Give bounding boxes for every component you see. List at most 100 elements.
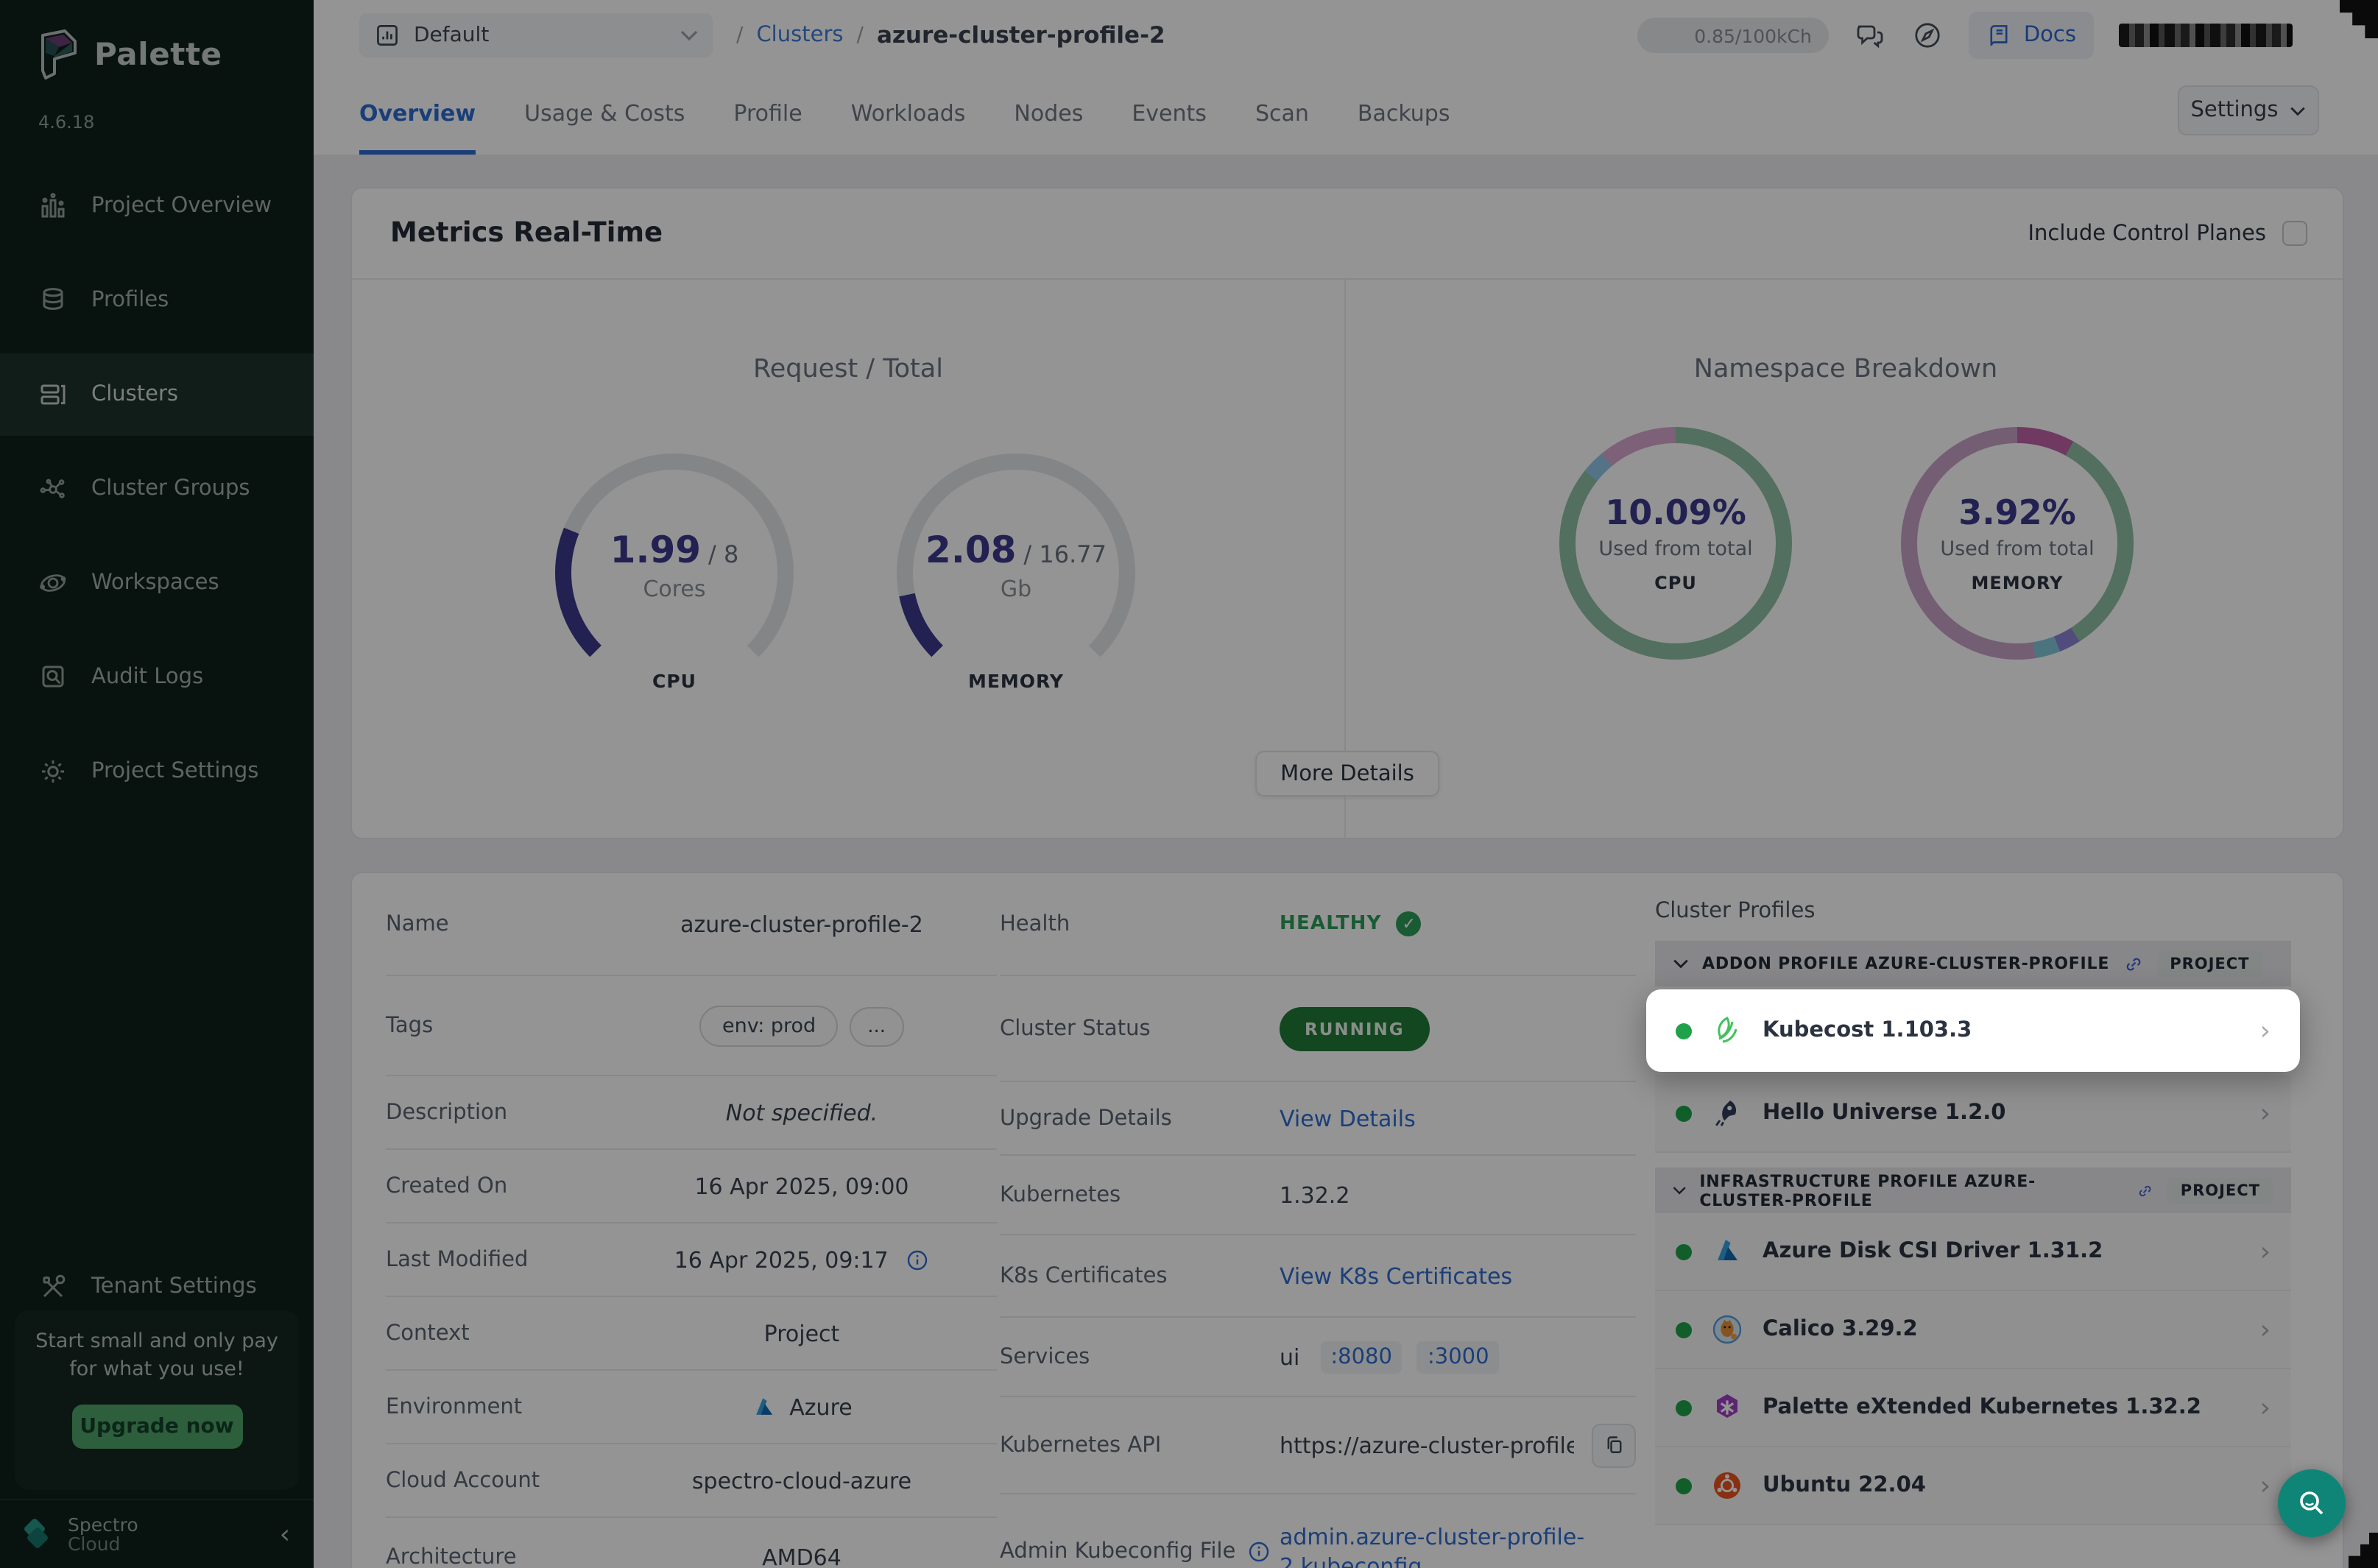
memory-gauge-value: 2.08	[925, 529, 1016, 571]
sidebar-item-workspaces[interactable]: Workspaces	[0, 542, 314, 624]
kubernetes-api-value: https://azure-cluster-profile...	[1280, 1432, 1574, 1458]
tab-overview[interactable]: Overview	[359, 71, 476, 155]
info-icon[interactable]	[906, 1248, 929, 1271]
service-port-link[interactable]: :8080	[1320, 1341, 1403, 1373]
chevron-right-icon: ›	[2260, 1236, 2271, 1267]
tags-more-button[interactable]: ...	[850, 1006, 903, 1046]
upgrade-now-button[interactable]: Upgrade now	[71, 1405, 242, 1449]
more-details-button[interactable]: More Details	[1255, 751, 1439, 797]
breadcrumb-separator: /	[736, 24, 743, 47]
sidebar-item-project-settings[interactable]: Project Settings	[0, 730, 314, 813]
spectro-cloud-logo-icon	[24, 1519, 53, 1549]
profile-row-calico[interactable]: Calico 3.29.2 ›	[1655, 1291, 2291, 1369]
infrastructure-profile-name: INFRASTRUCTURE PROFILE AZURE-CLUSTER-PRO…	[1699, 1171, 2123, 1209]
gear-icon	[38, 757, 68, 786]
memory-donut-pct: 3.92%	[1958, 494, 2076, 532]
sidebar-item-label: Project Settings	[91, 760, 258, 783]
addon-profile-header[interactable]: ADDON PROFILE AZURE-CLUSTER-PROFILE PROJ…	[1655, 941, 2291, 986]
cpu-donut-pct: 10.09%	[1605, 494, 1746, 532]
breadcrumb-clusters-link[interactable]: Clusters	[756, 24, 843, 47]
detail-label: Kubernetes API	[1000, 1433, 1280, 1457]
detail-row-description: Description Not specified.	[386, 1076, 997, 1150]
servers-icon	[38, 380, 68, 409]
link-icon	[2137, 1180, 2153, 1201]
created-on-value: 16 Apr 2025, 09:00	[607, 1173, 997, 1199]
docs-button[interactable]: Docs	[1969, 12, 2094, 59]
project-badge: PROJECT	[2156, 950, 2262, 977]
detail-label: Description	[386, 1101, 607, 1124]
cpu-donut-label: CPU	[1654, 572, 1697, 593]
sidebar-item-audit-logs[interactable]: Audit Logs	[0, 636, 314, 718]
sidebar-item-project-overview[interactable]: Project Overview	[0, 165, 314, 247]
tab-workloads[interactable]: Workloads	[851, 71, 966, 155]
status-badge: RUNNING	[1280, 1006, 1430, 1050]
project-chart-icon	[374, 22, 401, 49]
docs-label: Docs	[2024, 24, 2076, 47]
infrastructure-profile-header[interactable]: INFRASTRUCTURE PROFILE AZURE-CLUSTER-PRO…	[1655, 1168, 2291, 1213]
tab-nodes[interactable]: Nodes	[1014, 71, 1083, 155]
cpu-gauge-value: 1.99	[610, 529, 701, 571]
upgrade-promo: Start small and only pay for what you us…	[15, 1310, 299, 1490]
promo-text-line2: for what you use!	[15, 1356, 299, 1384]
view-k8s-certificates-link[interactable]: View K8s Certificates	[1280, 1262, 1512, 1289]
detail-label: Name	[386, 912, 607, 936]
namespace-breakdown-section: Namespace Breakdown 10.09% Used from tot…	[1346, 278, 2346, 838]
palette-logo: Palette	[35, 29, 222, 80]
copy-button[interactable]	[1592, 1423, 1636, 1467]
kubeconfig-file-link[interactable]: admin.azure-cluster-profile-2.kubeconfig	[1280, 1522, 1592, 1568]
profile-row-pxk[interactable]: Palette eXtended Kubernetes 1.32.2 ›	[1655, 1369, 2291, 1447]
detail-label: Upgrade Details	[1000, 1106, 1280, 1130]
profile-item-name: Kubecost 1.103.3	[1763, 1019, 1972, 1042]
sidebar-item-profiles[interactable]: Profiles	[0, 259, 314, 342]
sidebar-collapse-icon[interactable]: ‹	[280, 1519, 290, 1550]
tab-events[interactable]: Events	[1132, 71, 1207, 155]
addon-profile-name: ADDON PROFILE AZURE-CLUSTER-PROFILE	[1702, 954, 2109, 973]
sidebar-item-clusters[interactable]: Clusters	[0, 353, 314, 436]
tab-profile[interactable]: Profile	[733, 71, 802, 155]
service-name: ui	[1280, 1343, 1299, 1370]
sidebar-item-cluster-groups[interactable]: Cluster Groups	[0, 448, 314, 530]
settings-button[interactable]: Settings	[2178, 85, 2319, 135]
include-control-planes-checkbox[interactable]	[2282, 221, 2307, 246]
detail-row-upgrade-details: Upgrade Details View Details	[1000, 1082, 1636, 1156]
view-details-link[interactable]: View Details	[1280, 1105, 1416, 1131]
breadcrumb: / Clusters / azure-cluster-profile-2	[736, 0, 1165, 71]
profile-row-hello-universe[interactable]: Hello Universe 1.2.0 ›	[1655, 1075, 2291, 1153]
memory-gauge-unit: Gb	[1001, 576, 1031, 602]
detail-row-tags: Tags env: prod...	[386, 976, 997, 1076]
tab-scan[interactable]: Scan	[1255, 71, 1309, 155]
service-port-link[interactable]: :3000	[1417, 1341, 1500, 1373]
detail-label: Cluster Status	[1000, 1017, 1280, 1040]
chevron-down-icon	[2290, 105, 2306, 116]
memory-donut-label: MEMORY	[1971, 572, 2063, 593]
profile-row-kubecost[interactable]: Kubecost 1.103.3 ›	[1646, 989, 2300, 1072]
compass-icon[interactable]	[1912, 19, 1944, 52]
environment-value: Azure	[607, 1394, 997, 1420]
profile-row-ubuntu[interactable]: Ubuntu 22.04 ›	[1655, 1447, 2291, 1525]
info-icon[interactable]	[1247, 1540, 1271, 1564]
details-left-column: Name azure-cluster-profile-2 Tags env: p…	[386, 873, 997, 1568]
profile-row-azure-disk-csi[interactable]: Azure Disk CSI Driver 1.31.2 ›	[1655, 1213, 2291, 1291]
detail-label: Last Modified	[386, 1248, 607, 1271]
cpu-gauge-total: / 8	[708, 540, 738, 568]
audit-doc-icon	[38, 663, 68, 692]
sidebar-item-label: Clusters	[91, 383, 178, 406]
app-version: 4.6.18	[38, 112, 94, 133]
chat-icon[interactable]	[1855, 19, 1887, 52]
breadcrumb-separator: /	[857, 24, 864, 47]
tab-usage-costs[interactable]: Usage & Costs	[524, 71, 685, 155]
cpu-gauge: 1.99 / 8 Cores CPU	[555, 453, 794, 692]
tags-value: env: prod...	[607, 1005, 997, 1046]
link-icon	[2123, 953, 2143, 974]
chevron-right-icon: ›	[2260, 1098, 2271, 1129]
detail-label: Environment	[386, 1395, 607, 1419]
redacted-username[interactable]	[2119, 24, 2293, 47]
calico-icon	[1711, 1313, 1743, 1346]
detail-label: Context	[386, 1321, 607, 1345]
project-selector[interactable]: Default	[359, 13, 713, 57]
tab-backups[interactable]: Backups	[1358, 71, 1450, 155]
network-icon	[38, 474, 68, 504]
palette-logo-icon	[35, 29, 80, 80]
detail-label: Cloud Account	[386, 1469, 607, 1492]
search-fab-button[interactable]	[2278, 1469, 2346, 1537]
